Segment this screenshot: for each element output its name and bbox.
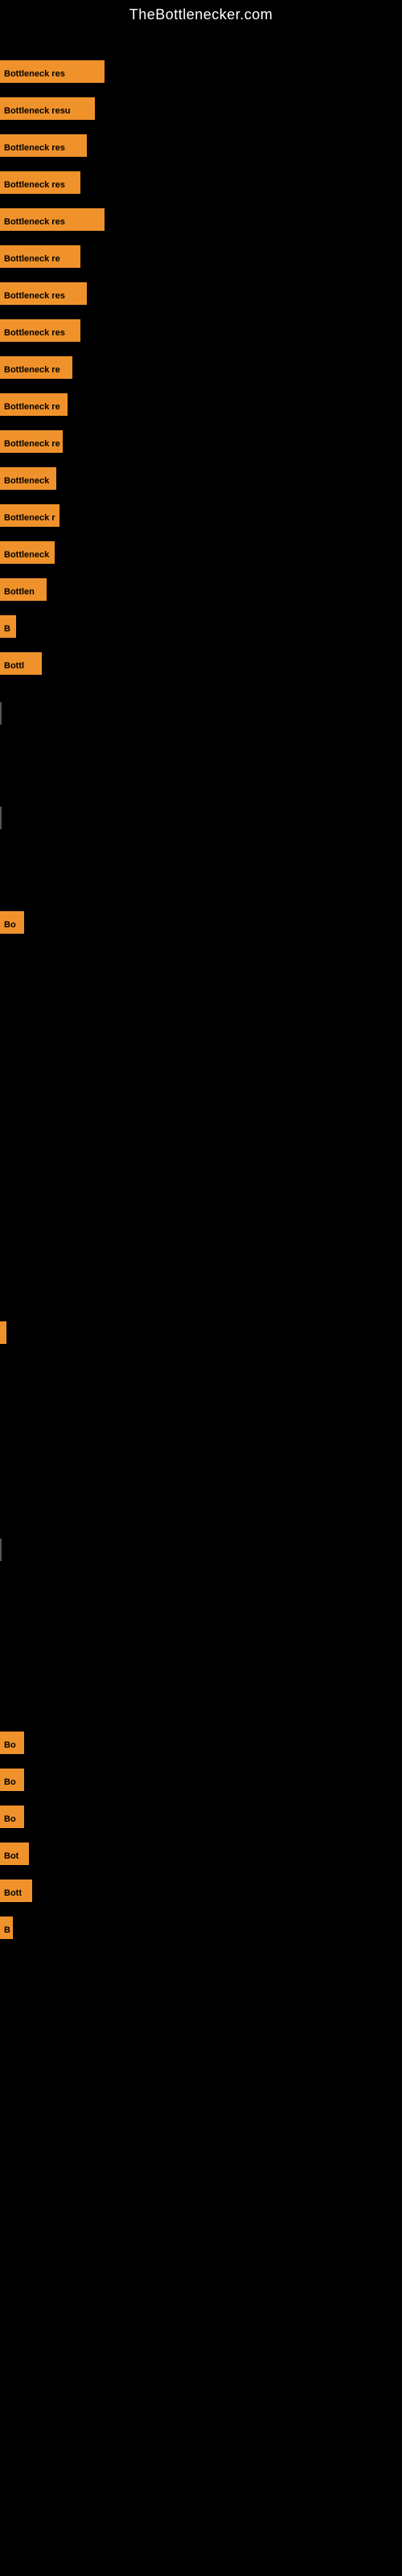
bar-label: Bottleneck: [0, 467, 56, 490]
bar-label: Bottleneck res: [0, 319, 80, 342]
bar-label: Bottleneck re: [0, 245, 80, 268]
bar-label: B: [0, 615, 16, 638]
bar-item: Bottleneck res: [0, 171, 80, 194]
bar-label: Bottlen: [0, 578, 47, 601]
bar-item: Bottleneck re: [0, 245, 80, 268]
bar-item: Bottleneck: [0, 467, 56, 490]
bar-label: Bo: [0, 911, 24, 934]
bar-item: Bottl: [0, 652, 42, 675]
bar-item: Bo: [0, 1732, 24, 1754]
bar-label: Bottleneck re: [0, 430, 63, 453]
bar-label: Bottleneck res: [0, 171, 80, 194]
bar-item: [0, 1321, 6, 1344]
bar-item: B: [0, 1917, 13, 1939]
bar-label: Bottl: [0, 652, 42, 675]
bar-item: Bottleneck r: [0, 504, 59, 527]
bar-item: Bottleneck res: [0, 208, 105, 231]
bar-item: Bottleneck res: [0, 319, 80, 342]
bar-item: Bottleneck res: [0, 134, 87, 157]
bar-label: Bottleneck res: [0, 60, 105, 83]
bar-line: [0, 1539, 2, 1561]
bar-label: Bo: [0, 1806, 24, 1828]
bar-item: Bottleneck res: [0, 60, 105, 83]
bar-label: Bottleneck re: [0, 356, 72, 379]
bar-line: [0, 1321, 6, 1344]
bar-label: Bo: [0, 1732, 24, 1754]
bar-label: Bot: [0, 1843, 29, 1865]
bar-item: [0, 702, 2, 725]
bar-item: Bott: [0, 1880, 32, 1902]
bar-line: [0, 807, 2, 829]
bar-item: Bo: [0, 1769, 24, 1791]
bar-item: [0, 1539, 2, 1561]
bar-item: Bottleneck re: [0, 430, 63, 453]
bar-label: Bottleneck re: [0, 393, 68, 416]
bar-item: Bottleneck re: [0, 356, 72, 379]
bar-item: Bot: [0, 1843, 29, 1865]
bar-item: Bottleneck res: [0, 282, 87, 305]
bar-label: Bottleneck resu: [0, 97, 95, 120]
bar-label: B: [0, 1917, 13, 1939]
bar-item: B: [0, 615, 16, 638]
bar-label: Bottleneck res: [0, 282, 87, 305]
bar-label: Bottleneck res: [0, 134, 87, 157]
bar-label: Bottleneck r: [0, 504, 59, 527]
bar-item: Bottleneck: [0, 541, 55, 564]
site-title: TheBottlenecker.com: [0, 0, 402, 27]
bar-item: Bo: [0, 911, 24, 934]
bar-label: Bottleneck: [0, 541, 55, 564]
bar-item: Bo: [0, 1806, 24, 1828]
bar-item: Bottleneck resu: [0, 97, 95, 120]
bar-label: Bott: [0, 1880, 32, 1902]
bar-line: [0, 702, 2, 725]
bar-label: Bo: [0, 1769, 24, 1791]
bar-item: [0, 807, 2, 829]
bar-item: Bottleneck re: [0, 393, 68, 416]
bar-label: Bottleneck res: [0, 208, 105, 231]
bar-item: Bottlen: [0, 578, 47, 601]
